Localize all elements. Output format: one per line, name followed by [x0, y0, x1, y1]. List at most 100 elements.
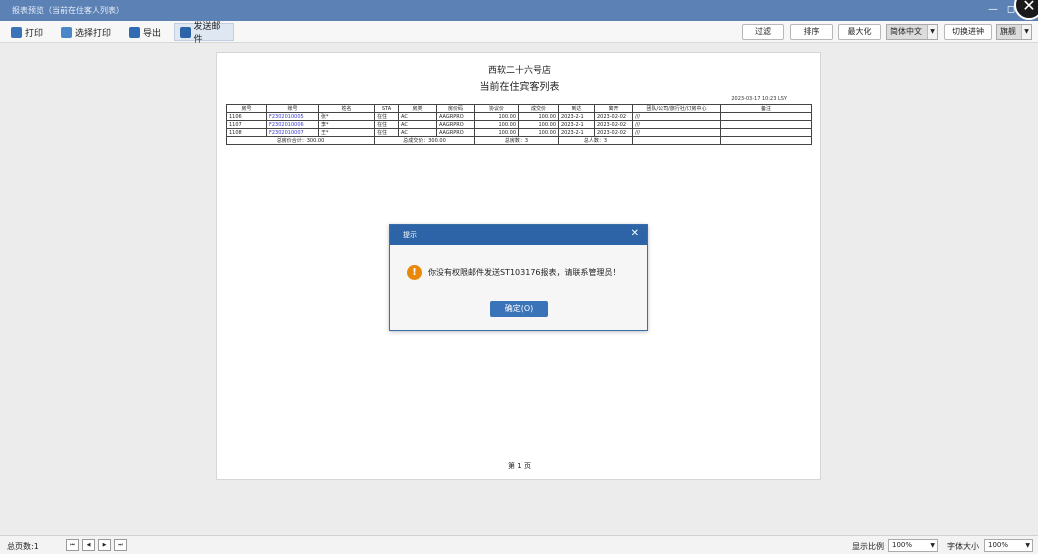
group-cell: /// [632, 120, 721, 129]
column-header: 协议价 [474, 104, 519, 113]
status-cell: 在住 [374, 128, 399, 137]
select-print-label: 选择打印 [75, 28, 112, 39]
title-bar: 报表预览（当前在住客人列表） — ◻ [0, 0, 1038, 21]
column-header: 房价码 [436, 104, 475, 113]
zoom-value: 100% [892, 541, 913, 549]
select-print-icon [61, 26, 72, 38]
rate-code-cell: AAGRPRO [436, 120, 475, 129]
language-value: 简体中文 [890, 27, 922, 36]
dialog-title: 提示 [403, 231, 417, 239]
dialog-message: 你没有权限邮件发送ST103176报表，请联系管理员！ [428, 268, 621, 277]
next-page-button[interactable]: ▶ [98, 539, 111, 551]
name-cell: 张* [318, 112, 375, 121]
dialog-header: 提示 ✕ [390, 225, 647, 245]
rate-code-cell: AAGRPRO [436, 128, 475, 137]
status-bar: 总页数:1 ⏮ ◀ ▶ ⏭ 显示比例 100% ▼ 字体大小 100% ▼ [0, 535, 1038, 554]
language-select[interactable]: 简体中文 ▼ [886, 24, 938, 40]
group-cell: /// [632, 128, 721, 137]
summary-empty [720, 136, 812, 145]
print-button[interactable]: 打印 [6, 23, 48, 41]
window-title: 报表预览（当前在住客人列表） [12, 6, 124, 15]
send-mail-button[interactable]: 发送邮件 [174, 22, 234, 45]
column-header: 账号 [266, 104, 319, 113]
export-icon [129, 26, 140, 38]
table-row: 1106 F2302010005 张* 在住 AC AAGRPRO 100.00… [226, 112, 812, 121]
contract-rate-cell: 100.00 [474, 112, 519, 121]
minimize-button[interactable]: — [986, 3, 1000, 17]
arrival-cell: 2023-2-1 [558, 112, 595, 121]
rate-code-cell: AAGRPRO [436, 112, 475, 121]
remark-cell [720, 128, 812, 137]
export-button[interactable]: 导出 [124, 23, 166, 41]
warning-icon: ! [407, 265, 422, 280]
room-type-cell: AC [398, 112, 437, 121]
guest-count: 总人数：3 [558, 136, 633, 145]
room-type-cell: AC [398, 128, 437, 137]
room-count: 总房数：3 [474, 136, 559, 145]
page-number: 第 1 页 [508, 462, 531, 470]
deal-rate-cell: 100.00 [518, 112, 559, 121]
total-pages: 总页数:1 [7, 542, 39, 551]
deal-rate-cell: 100.00 [518, 128, 559, 137]
column-header: 房号 [226, 104, 267, 113]
column-header: 房类 [398, 104, 437, 113]
table-header-row: 房号 账号 姓名 STA 房类 房价码 协议价 成交价 到达 离开 团队/公司/… [226, 104, 812, 113]
room-cell: 1107 [226, 120, 267, 129]
column-header: 到达 [558, 104, 595, 113]
send-mail-label: 发送邮件 [193, 22, 221, 45]
name-cell: 李* [318, 120, 375, 129]
prev-page-button[interactable]: ◀ [82, 539, 95, 551]
export-label: 导出 [143, 28, 162, 39]
column-header: 团队/公司/旅行社/订房中心 [632, 104, 721, 113]
departure-cell: 2023-02-02 [594, 128, 633, 137]
font-size-select[interactable]: 100% ▼ [984, 539, 1033, 552]
printer-icon [11, 26, 22, 38]
room-cell: 1106 [226, 112, 267, 121]
close-icon[interactable]: ✕ [631, 228, 639, 239]
zoom-select[interactable]: 100% ▼ [888, 539, 938, 552]
switch-button[interactable]: 切换进钟 [944, 24, 992, 40]
select-print-button[interactable]: 选择打印 [56, 23, 116, 41]
summary-row: 总房价合计：300.00 总成交价：300.00 总房数：3 总人数：3 [226, 136, 812, 145]
sort-button[interactable]: 排序 [790, 24, 833, 40]
last-page-button[interactable]: ⏭ [114, 539, 127, 551]
report-title: 当前在住宾客列表 [479, 82, 560, 93]
account-link[interactable]: F2302010007 [266, 128, 319, 137]
summary-empty [632, 136, 721, 145]
font-select[interactable]: 旗舰 ▼ [996, 24, 1032, 40]
chevron-down-icon: ▼ [927, 25, 937, 39]
first-page-button[interactable]: ⏮ [66, 539, 79, 551]
font-value: 旗舰 [1000, 27, 1016, 36]
room-type-cell: AC [398, 120, 437, 129]
column-header: 成交价 [518, 104, 559, 113]
status-cell: 在住 [374, 112, 399, 121]
filter-button[interactable]: 过滤 [742, 24, 784, 40]
maximize-button[interactable]: 最大化 [838, 24, 881, 40]
report-timestamp: 2023-03-17 10:23 LSY [731, 96, 787, 102]
remark-cell [720, 120, 812, 129]
permission-dialog: 提示 ✕ ! 你没有权限邮件发送ST103176报表，请联系管理员！ 确定(O) [389, 224, 648, 331]
toolbar: 打印 选择打印 导出 发送邮件 过滤 排序 最大化 简体中文 ▼ 切换进钟 旗舰… [0, 21, 1038, 45]
group-cell: /// [632, 112, 721, 121]
column-header: 备注 [720, 104, 812, 113]
font-size-value: 100% [988, 541, 1009, 549]
name-cell: 王* [318, 128, 375, 137]
print-label: 打印 [25, 28, 44, 39]
table-row: 1108 F2302010007 王* 在住 AC AAGRPRO 100.00… [226, 128, 812, 137]
account-link[interactable]: F2302010005 [266, 112, 319, 121]
deal-total: 总成交价：300.00 [374, 136, 475, 145]
deal-rate-cell: 100.00 [518, 120, 559, 129]
ok-button[interactable]: 确定(O) [490, 301, 548, 317]
departure-cell: 2023-02-02 [594, 120, 633, 129]
column-header: STA [374, 104, 399, 113]
table-row: 1107 F2302010006 李* 在住 AC AAGRPRO 100.00… [226, 120, 812, 129]
contract-rate-cell: 100.00 [474, 120, 519, 129]
arrival-cell: 2023-2-1 [558, 128, 595, 137]
chevron-down-icon: ▼ [1021, 25, 1031, 39]
hotel-name: 西软二十六号店 [487, 66, 551, 76]
remark-cell [720, 112, 812, 121]
font-size-label: 字体大小 [947, 542, 979, 551]
status-cell: 在住 [374, 120, 399, 129]
account-link[interactable]: F2302010006 [266, 120, 319, 129]
contract-rate-cell: 100.00 [474, 128, 519, 137]
